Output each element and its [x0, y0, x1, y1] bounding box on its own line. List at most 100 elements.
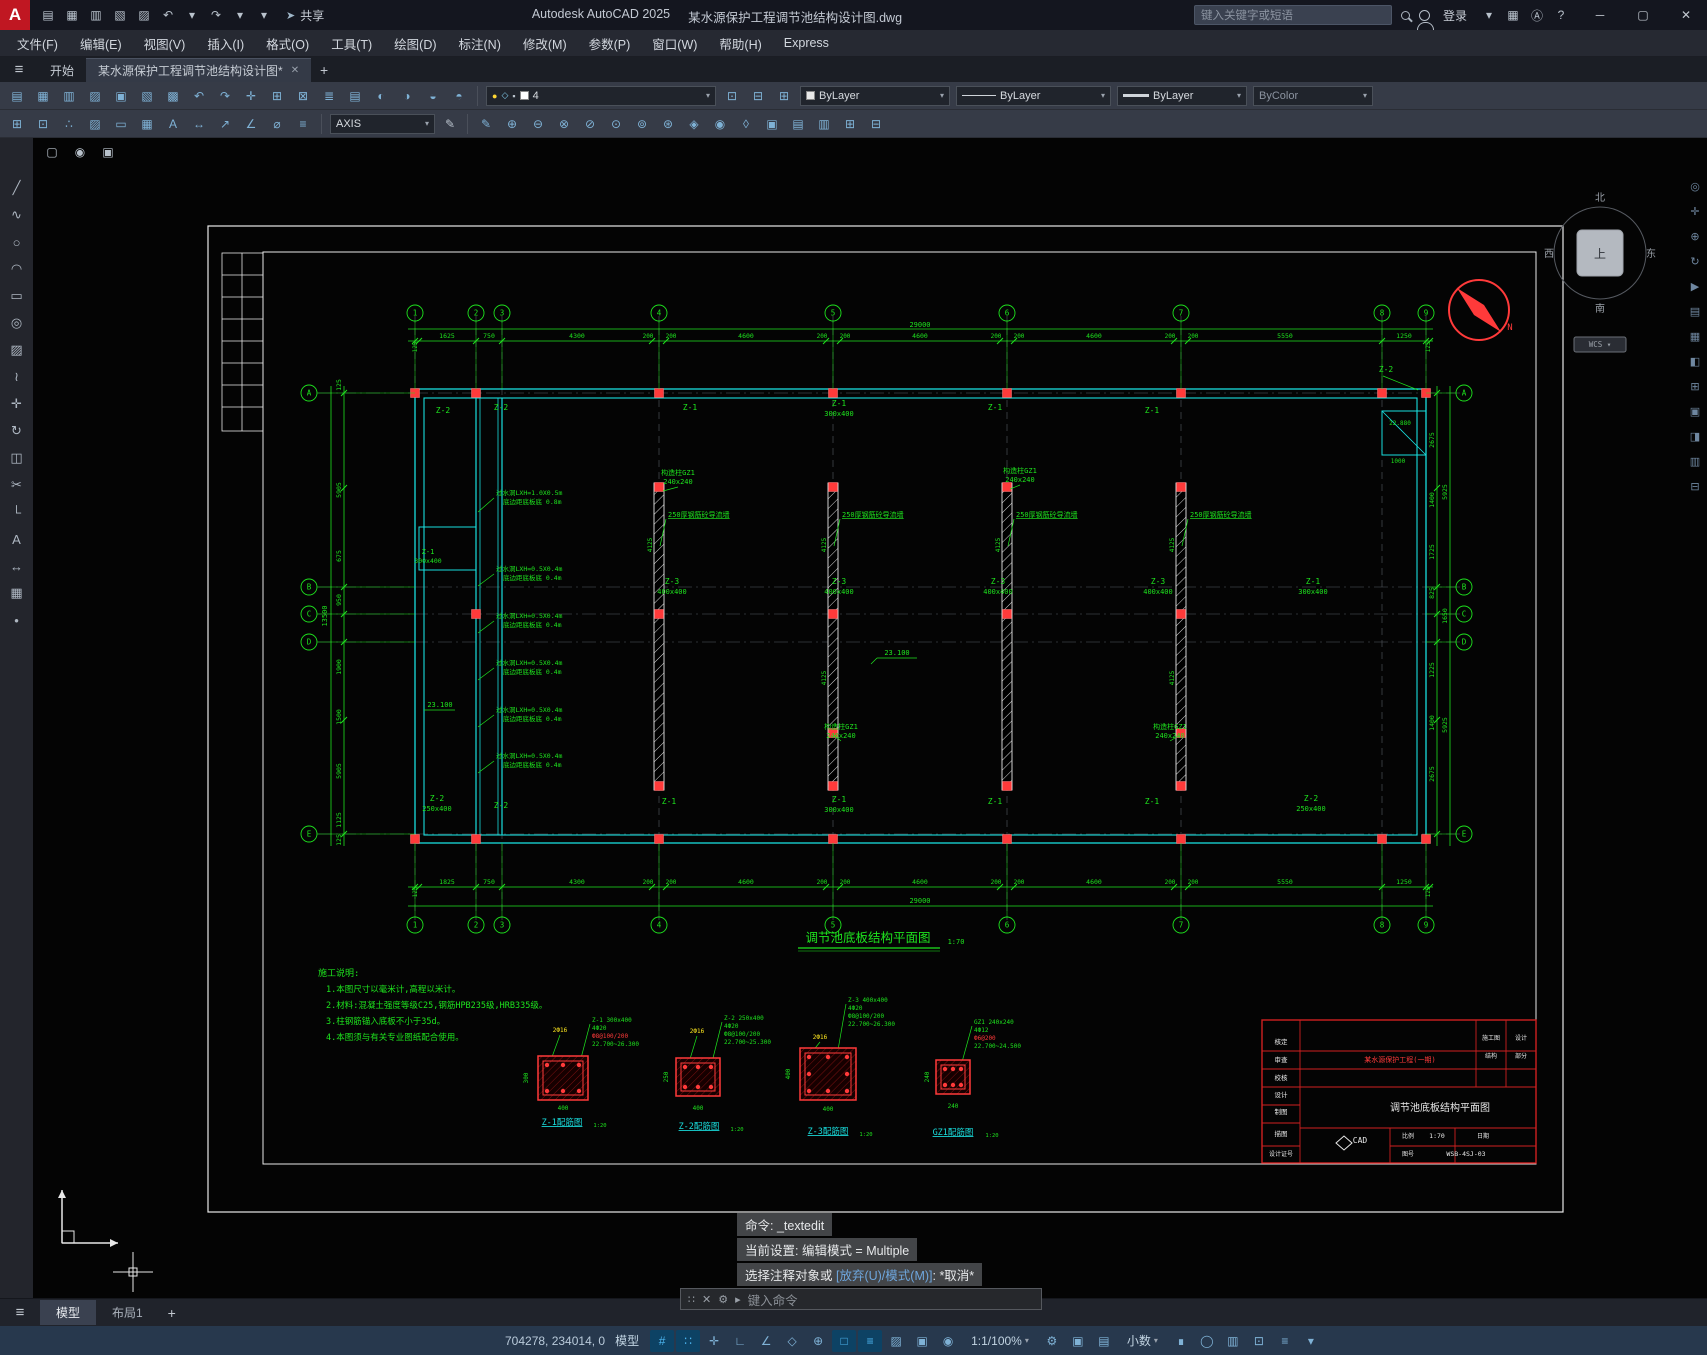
quick-calc-icon[interactable]: ⊟ — [864, 113, 888, 135]
plot-icon[interactable]: ▨ — [133, 5, 155, 25]
model-space-button[interactable]: 模型 — [607, 1329, 647, 1352]
menu-item-12[interactable]: Express — [773, 32, 840, 54]
selection-cycling-icon[interactable]: ▣ — [910, 1330, 934, 1352]
plotstyle-select[interactable]: ByColor ▾ — [1253, 85, 1373, 106]
lineweight-select[interactable]: ByLayer ▾ — [1117, 85, 1247, 106]
edit-style-icon[interactable]: ✎ — [439, 114, 461, 134]
mleader-style-icon[interactable]: ◈ — [682, 113, 706, 135]
find-text-icon[interactable]: ⊕ — [500, 113, 524, 135]
transparency-icon[interactable]: ▨ — [884, 1330, 908, 1352]
open-drawing-icon[interactable]: ▦ — [61, 5, 83, 25]
layout-menu-icon[interactable]: ≡ — [0, 1304, 40, 1321]
lock-ui-icon[interactable]: ∎ — [1169, 1330, 1193, 1352]
edit-text-icon[interactable]: ✎ — [474, 113, 498, 135]
previous-layer-icon[interactable]: ⊞ — [772, 85, 796, 107]
command-grip-icon[interactable]: ∷ — [688, 1293, 695, 1306]
isometric-drafting-icon[interactable]: ◇ — [780, 1330, 804, 1352]
undo-icon[interactable]: ↶ — [187, 85, 211, 107]
group-icon[interactable]: ▣ — [760, 113, 784, 135]
ortho-mode-icon[interactable]: ∟ — [728, 1330, 752, 1352]
layer-lock-icon[interactable]: ◓ — [447, 85, 471, 107]
layer-off-icon[interactable]: ◑ — [395, 85, 419, 107]
redo-menu-icon[interactable]: ▾ — [229, 5, 251, 25]
color-select[interactable]: ByLayer ▾ — [800, 85, 950, 106]
leader-icon[interactable]: ↗ — [213, 113, 237, 135]
autodesk-account-icon[interactable]: Ⓐ — [1526, 5, 1548, 25]
grid-display-icon[interactable]: # — [650, 1329, 675, 1352]
units-button[interactable]: 小数 ▾ — [1119, 1329, 1166, 1352]
annotation-monitor-icon[interactable]: ▣ — [1066, 1330, 1090, 1352]
drawing-canvas[interactable]: ╱ ∿ ○ ◠ ▭ ◎ ▨ ≀ ✛ ↻ ◫ ✂ └ A ↔ ▦ • ▢ ◉ ▣ ◎ ✛ ⊕ ↻ ▶ ▤ ▦ ◧ ⊞ ▣ ◨ ▥ ⊟ 1234… — [0, 138, 1707, 1310]
maximize-button[interactable]: ▢ — [1626, 2, 1660, 28]
new-drawing-icon[interactable]: ▤ — [37, 5, 59, 25]
new-file-icon[interactable]: ▤ — [5, 85, 29, 107]
group-edit-icon[interactable]: ▥ — [812, 113, 836, 135]
baseline-dimension-icon[interactable]: ≡ — [291, 113, 315, 135]
autocad-logo[interactable]: A — [0, 0, 30, 30]
close-button[interactable]: ✕ — [1669, 2, 1703, 28]
annotation-scale-icon[interactable]: ◊ — [734, 113, 758, 135]
linear-dimension-icon[interactable]: ↔ — [187, 113, 211, 135]
menu-item-1[interactable]: 编辑(E) — [69, 30, 133, 57]
search-icon[interactable] — [1400, 10, 1410, 20]
match-properties-icon[interactable]: ▩ — [161, 85, 185, 107]
snap-mode-icon[interactable]: ∷ — [676, 1329, 701, 1352]
zoom-extents-icon[interactable]: ⊠ — [291, 85, 315, 107]
diameter-dimension-icon[interactable]: ⌀ — [265, 113, 289, 135]
zoom-window-icon[interactable]: ⊞ — [265, 85, 289, 107]
sign-in-button[interactable]: 登录 — [1443, 7, 1467, 24]
graphics-performance-icon[interactable]: ▥ — [1221, 1330, 1245, 1352]
updates-caret-icon[interactable]: ▾ — [1478, 5, 1500, 25]
layer-select[interactable]: ● ◇ ▪ 4 ▾ — [486, 85, 716, 106]
menu-item-8[interactable]: 修改(M) — [512, 30, 578, 57]
layer-properties-icon[interactable]: ≣ — [317, 85, 341, 107]
help-icon[interactable]: ? — [1550, 5, 1572, 25]
undo-icon[interactable]: ↶ — [157, 5, 179, 25]
object-snap-icon[interactable]: □ — [832, 1329, 857, 1352]
menu-item-5[interactable]: 工具(T) — [320, 30, 383, 57]
lineweight-display-icon[interactable]: ≡ — [858, 1329, 883, 1352]
ungroup-icon[interactable]: ▤ — [786, 113, 810, 135]
dynamic-input-icon[interactable]: ✛ — [702, 1330, 726, 1352]
command-options[interactable]: [放弃(U)/模式(M)] — [836, 1269, 933, 1283]
layer-states-icon[interactable]: ▤ — [343, 85, 367, 107]
open-file-icon[interactable]: ▦ — [31, 85, 55, 107]
save-as-icon[interactable]: ▧ — [109, 5, 131, 25]
point-style-icon[interactable]: ∴ — [57, 113, 81, 135]
minimize-button[interactable]: ─ — [1583, 2, 1617, 28]
layer-freeze-icon[interactable]: ◒ — [421, 85, 445, 107]
menu-item-7[interactable]: 标注(N) — [448, 30, 512, 57]
menu-item-2[interactable]: 视图(V) — [133, 30, 197, 57]
menu-item-3[interactable]: 插入(I) — [196, 30, 255, 57]
help-search-input[interactable]: 键入关键字或短语 — [1193, 5, 1392, 25]
command-recent-icon[interactable]: ▸ — [735, 1293, 741, 1306]
menu-item-4[interactable]: 格式(O) — [255, 30, 320, 57]
measure-icon[interactable]: ⊞ — [838, 113, 862, 135]
save-file-icon[interactable]: ▥ — [57, 85, 81, 107]
undo-menu-icon[interactable]: ▾ — [181, 5, 203, 25]
scale-text-icon[interactable]: ⊗ — [552, 113, 576, 135]
make-current-icon[interactable]: ⊡ — [720, 85, 744, 107]
file-tabs-menu-icon[interactable]: ≡ — [0, 57, 38, 82]
plot-icon[interactable]: ▨ — [83, 85, 107, 107]
command-close-icon[interactable]: ✕ — [702, 1293, 711, 1306]
customization-icon[interactable]: ≡ — [1273, 1330, 1297, 1352]
tab-close-icon[interactable]: ✕ — [291, 65, 299, 76]
create-block-icon[interactable]: ⊡ — [31, 113, 55, 135]
tab-document[interactable]: 某水源保护工程调节池结构设计图* ✕ — [86, 58, 312, 82]
annotation-visibility-icon[interactable]: ◉ — [936, 1330, 960, 1352]
workspace-switching-icon[interactable]: ⚙ — [1040, 1330, 1064, 1352]
layout1-tab[interactable]: 布局1 — [96, 1300, 159, 1325]
filter-icon[interactable]: ▾ — [1299, 1330, 1323, 1352]
multiline-text-icon[interactable]: A — [161, 113, 185, 135]
convert-text-icon[interactable]: ⊙ — [604, 113, 628, 135]
menu-item-10[interactable]: 窗口(W) — [641, 30, 708, 57]
new-tab-button[interactable]: + — [311, 58, 337, 82]
linetype-select[interactable]: ByLayer ▾ — [956, 85, 1111, 106]
model-tab[interactable]: 模型 — [40, 1300, 97, 1325]
hatch-icon[interactable]: ▨ — [83, 113, 107, 135]
clean-screen-icon[interactable]: ⊡ — [1247, 1330, 1271, 1352]
command-input[interactable]: ∷ ✕ ⚙ ▸ 键入命令 — [680, 1288, 1042, 1310]
save-drawing-icon[interactable]: ▥ — [85, 5, 107, 25]
table-style-icon[interactable]: ◉ — [708, 113, 732, 135]
